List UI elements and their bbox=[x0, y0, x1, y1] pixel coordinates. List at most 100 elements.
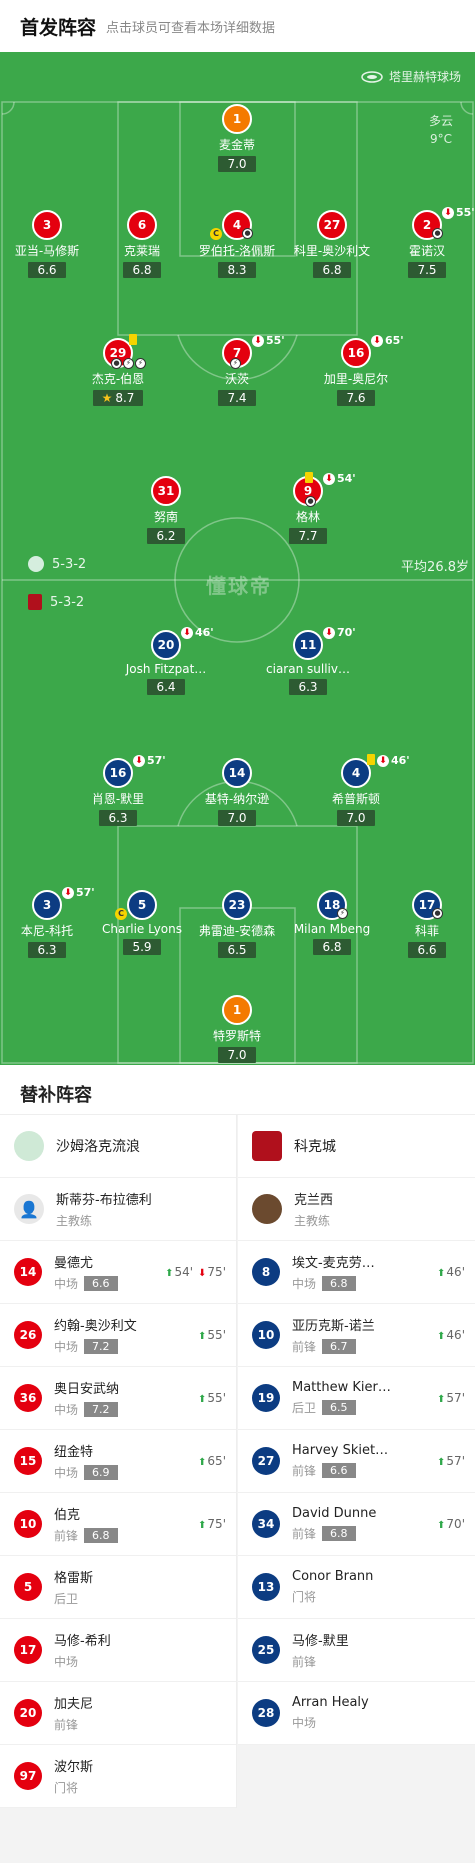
sub-off-marker: ⬇ 54' bbox=[323, 472, 356, 485]
coach-name: 克兰西 bbox=[294, 1193, 334, 1208]
player-number: 11 bbox=[299, 638, 317, 652]
player-number: 27 bbox=[317, 210, 347, 240]
player-rating: 6.3 bbox=[289, 679, 327, 695]
player-name: 希普斯顿 bbox=[331, 792, 380, 806]
player-position: 中场 bbox=[54, 1277, 79, 1291]
player-number: 20 bbox=[14, 1699, 42, 1727]
player-position: 中场 bbox=[54, 1466, 79, 1480]
sub-player-row[interactable]: 97 波尔斯 门将 bbox=[0, 1745, 236, 1808]
player-position: 中场 bbox=[292, 1277, 317, 1291]
player-away-11[interactable]: 11 ⬇ 70' ciaran sulliv… 6.3 bbox=[248, 626, 368, 695]
player-home-31[interactable]: 31 努南 6.2 bbox=[106, 476, 226, 544]
sub-player-row[interactable]: 14 曼德尤中场 6.6 54' 75' bbox=[0, 1241, 236, 1304]
home-formation-text: 5-3-2 bbox=[52, 556, 87, 572]
player-rating: 6.8 bbox=[313, 262, 351, 278]
player-away-20[interactable]: 20 ⬇ 46' Josh Fitzpat… 6.4 bbox=[106, 626, 226, 695]
player-home-16[interactable]: 16 ⬇ 65' 加里-奥尼尔 7.6 bbox=[296, 334, 416, 406]
pitch: 塔里赫特球场 多云 9°C 5-3-2 5-3-2 平均26.8岁 懂球帝 1 麦… bbox=[0, 52, 475, 1065]
sub-player-row[interactable]: 19 Matthew Kier… 后卫 6.5 57' bbox=[238, 1367, 475, 1430]
goal-ball-icon: ● bbox=[242, 228, 253, 239]
player-position: 前锋 bbox=[292, 1655, 317, 1669]
player-number: 23 bbox=[222, 890, 252, 920]
player-rating: 6.3 bbox=[28, 942, 66, 958]
sub-player-row[interactable]: 15 纽金特中场 6.9 65' bbox=[0, 1430, 236, 1493]
sub-player-row[interactable]: 20 加夫尼 前锋 bbox=[0, 1682, 236, 1745]
player-rating: 6.5 bbox=[218, 942, 256, 958]
player-number: 36 bbox=[14, 1384, 42, 1412]
home-team-name: 沙姆洛克流浪 bbox=[56, 1139, 140, 1155]
player-home-7[interactable]: 7 ⬇ 55' ⚡ 沃茨 7.4 bbox=[177, 334, 297, 406]
player-rating: 6.8 bbox=[313, 939, 351, 955]
player-number: 31 bbox=[151, 476, 181, 506]
player-home-1[interactable]: 1 麦金蒂 7.0 bbox=[177, 104, 297, 172]
sub-player-row[interactable]: 34 David Dunne 前锋 6.8 70' bbox=[238, 1493, 475, 1556]
player-home-29[interactable]: 29●⚡⚡杰克-伯恩8.7 bbox=[58, 334, 178, 406]
sub-player-row[interactable]: 13 Conor Brann 门将 bbox=[238, 1556, 475, 1619]
player-name: 纽金特 bbox=[54, 1445, 94, 1460]
coach-name: 斯蒂芬-布拉德利 bbox=[56, 1193, 152, 1208]
goal-ball-icon: ● bbox=[432, 228, 443, 239]
player-rating: 6.8 bbox=[322, 1526, 356, 1541]
home-team-row[interactable]: 沙姆洛克流浪 bbox=[0, 1115, 236, 1178]
sub-player-row[interactable]: 25 马修-默里 前锋 bbox=[238, 1619, 475, 1682]
watermark: 懂球帝 bbox=[206, 574, 272, 598]
sub-player-row[interactable]: 8 埃文-麦克劳… 中场 6.8 46' bbox=[238, 1241, 475, 1304]
sub-player-row[interactable]: 28 Arran Healy 中场 bbox=[238, 1682, 475, 1745]
player-number: 4 bbox=[232, 218, 242, 232]
away-team-row[interactable]: 科克城 bbox=[238, 1115, 475, 1178]
player-away-4[interactable]: 4 ⬇ 46' 希普斯顿 7.0 bbox=[296, 754, 416, 826]
venue-name: 塔里赫特球场 bbox=[388, 70, 461, 84]
sub-out-icon: ⬇ bbox=[133, 754, 145, 767]
player-rating: 6.5 bbox=[322, 1400, 356, 1415]
player-away-16[interactable]: 16 ⬇ 57' 肖恩-默里 6.3 bbox=[58, 754, 178, 826]
sub-in-time: 75' bbox=[198, 1517, 226, 1531]
goal-ball-icon: ● bbox=[111, 358, 122, 369]
player-name: 特罗斯特 bbox=[212, 1029, 261, 1043]
sub-player-row[interactable]: 27 Harvey Skieters 前锋 6.6 57' bbox=[238, 1430, 475, 1493]
sub-player-row[interactable]: 17 马修-希利 中场 bbox=[0, 1619, 236, 1682]
player-number: 16 bbox=[109, 766, 127, 780]
player-position: 中场 bbox=[54, 1655, 79, 1669]
sub-player-row[interactable]: 5 格雷斯 后卫 bbox=[0, 1556, 236, 1619]
player-number: 2 bbox=[422, 218, 432, 232]
player-number: 3 bbox=[32, 210, 62, 240]
player-home-2[interactable]: 2 ⬇ 55' ● 霍诺汉 7.5 bbox=[367, 206, 475, 278]
player-away-1[interactable]: 1 特罗斯特 7.0 bbox=[177, 995, 297, 1063]
weather-text: 多云 bbox=[428, 114, 453, 128]
player-number: 14 bbox=[14, 1258, 42, 1286]
player-number: 1 bbox=[222, 104, 252, 134]
away-team-logo-icon bbox=[252, 1131, 282, 1161]
player-name: Josh Fitzpat… bbox=[125, 662, 207, 676]
sub-in-time: 54' bbox=[165, 1265, 193, 1279]
sub-player-row[interactable]: 26 约翰-奥沙利文中场 7.2 55' bbox=[0, 1304, 236, 1367]
home-coach-row[interactable]: 👤 斯蒂芬-布拉德利 主教练 bbox=[0, 1178, 236, 1241]
player-rating: 6.2 bbox=[147, 528, 185, 544]
sub-off-marker: ⬇ 65' bbox=[371, 334, 404, 347]
player-position: 前锋 bbox=[292, 1464, 317, 1478]
player-name: 曼德尤 bbox=[54, 1256, 94, 1271]
subs-title: 替补阵容 bbox=[0, 1065, 475, 1115]
venue: 塔里赫特球场 bbox=[361, 68, 461, 85]
player-name: David Dunne bbox=[292, 1506, 377, 1521]
player-number: 13 bbox=[252, 1573, 280, 1601]
player-away-14[interactable]: 14 基特-纳尔逊 7.0 bbox=[177, 758, 297, 826]
coach-role: 主教练 bbox=[56, 1214, 93, 1228]
assist-icon: ⚡ bbox=[230, 358, 241, 369]
home-formation: 5-3-2 bbox=[28, 556, 86, 572]
player-number: 14 bbox=[222, 758, 252, 788]
player-name: 麦金蒂 bbox=[218, 138, 255, 152]
sub-player-row[interactable]: 10 伯克前锋 6.8 75' bbox=[0, 1493, 236, 1556]
player-rating: 6.8 bbox=[123, 262, 161, 278]
sub-in-time: 46' bbox=[437, 1265, 465, 1279]
sub-player-row[interactable]: 36 奥日安武纳中场 7.2 55' bbox=[0, 1367, 236, 1430]
player-number: 16 bbox=[347, 346, 365, 360]
away-coach-row[interactable]: 克兰西 主教练 bbox=[238, 1178, 475, 1241]
player-rating: 7.0 bbox=[337, 810, 375, 826]
sub-out-icon: ⬇ bbox=[62, 886, 74, 899]
player-home-9[interactable]: 9 ⬇ 54' ● 格林 7.7 bbox=[248, 472, 368, 544]
sub-player-row[interactable]: 10 亚历克斯-诺兰前锋 6.7 46' bbox=[238, 1304, 475, 1367]
player-away-17[interactable]: 17 ● 科菲 6.6 bbox=[367, 890, 475, 958]
player-position: 前锋 bbox=[292, 1340, 317, 1354]
player-rating: 5.9 bbox=[123, 939, 161, 955]
player-name: 基特-纳尔逊 bbox=[204, 792, 270, 806]
